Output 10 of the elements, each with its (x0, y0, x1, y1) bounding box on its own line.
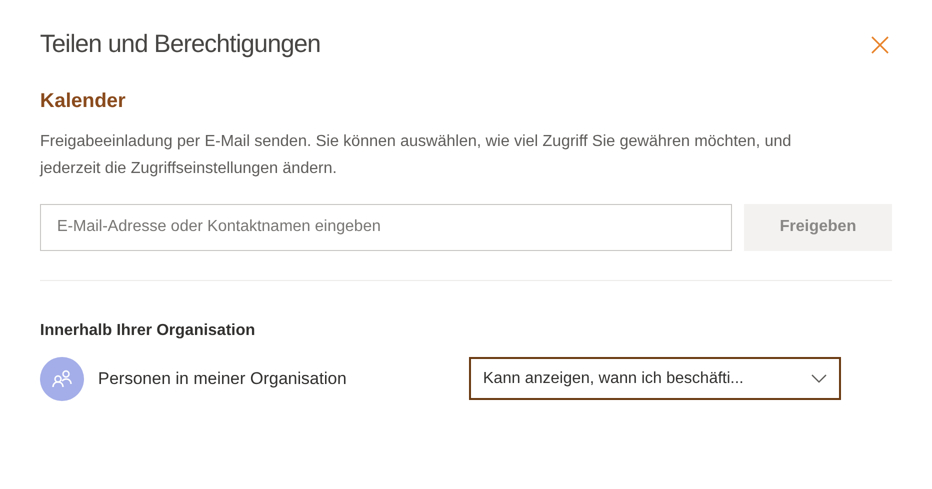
dialog-title: Teilen und Berechtigungen (40, 29, 320, 60)
permission-dropdown[interactable]: Kann anzeigen, wann ich beschäfti... (469, 357, 841, 400)
chevron-down-icon (811, 374, 827, 384)
group-avatar-icon (40, 356, 84, 400)
email-input-field[interactable]: E-Mail-Adresse oder Kontaktnamen eingeben (40, 204, 732, 250)
section-title: Kalender (40, 88, 127, 114)
description: Freigabeeinladung per E-Mail senden. Sie können auswählen, wie viel Zugriff Sie gewähren möchten, und jederzeit die Zugriffseinstellungen ändern. (40, 132, 792, 178)
group-name: Personen in meiner Organisation (98, 368, 348, 390)
close-icon (871, 36, 889, 54)
organization-heading: Innerhalb Ihrer Organisation (40, 320, 256, 340)
